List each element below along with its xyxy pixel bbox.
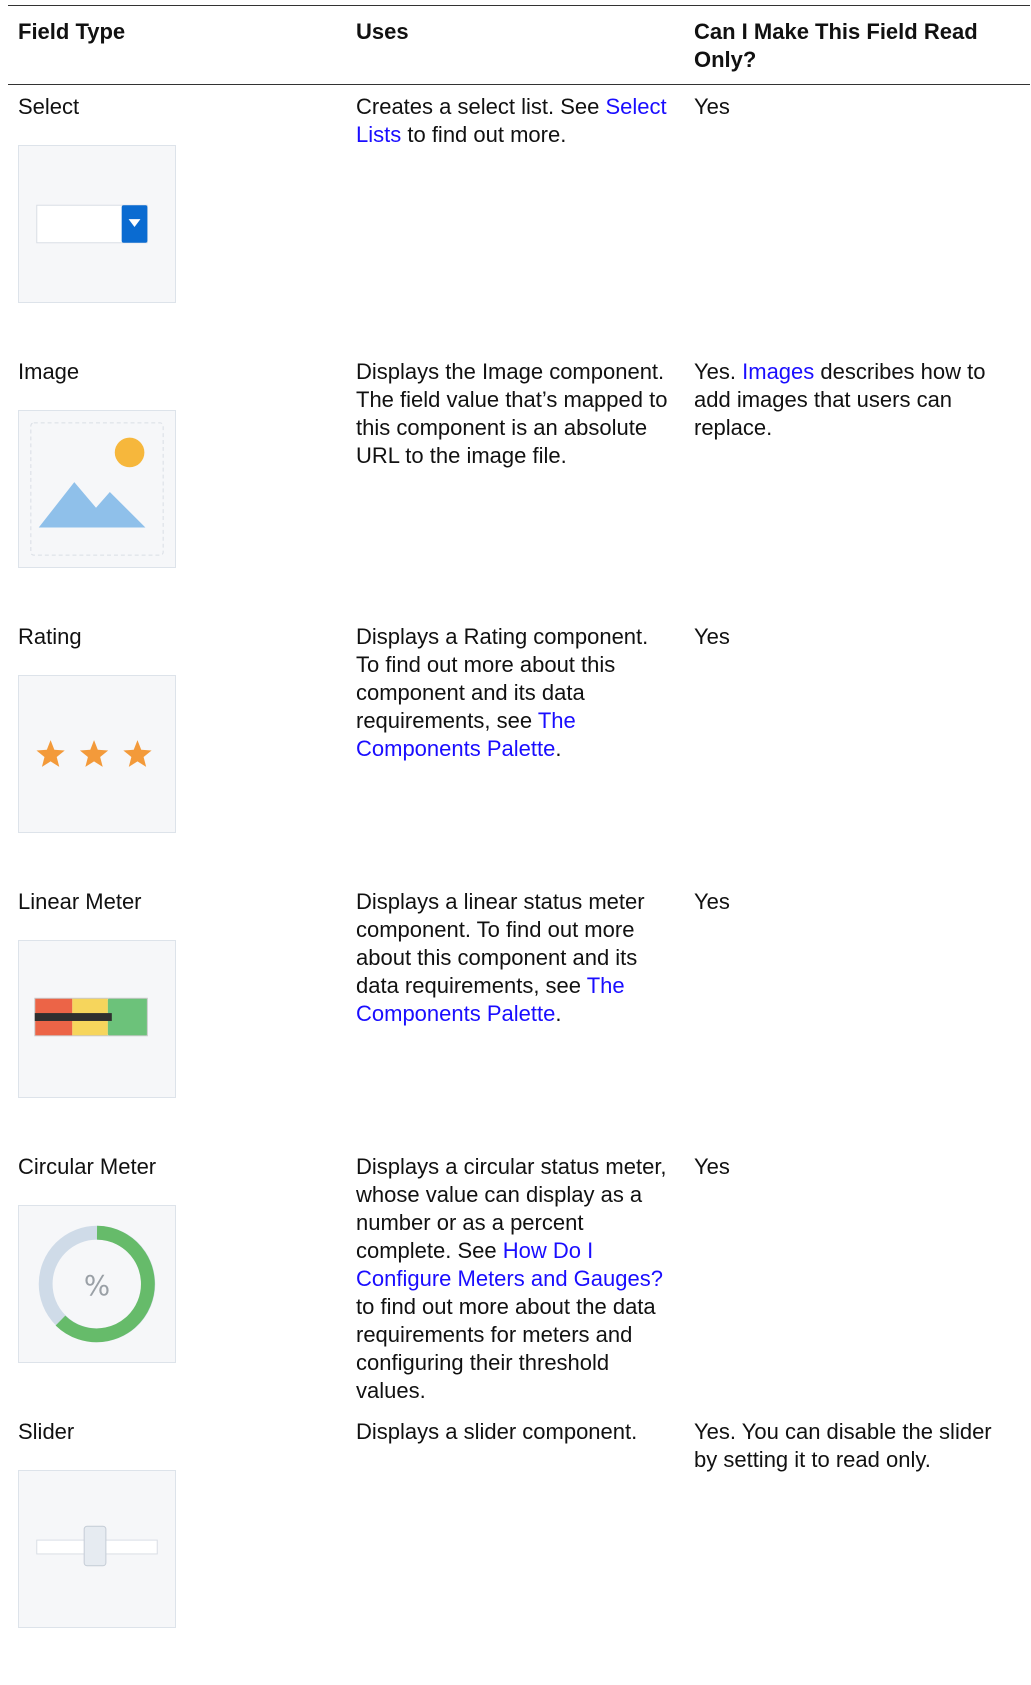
field-type-cell: Linear Meter xyxy=(8,880,346,1145)
header-read-only: Can I Make This Field Read Only? xyxy=(684,5,1030,85)
field-type-cell: Select xyxy=(8,85,346,350)
cell-text: Displays the Image component. The field … xyxy=(356,358,668,468)
cell-text: Yes. You can disable the slider by setti… xyxy=(694,1418,992,1472)
svg-text:%: % xyxy=(84,1268,110,1301)
uses-cell: Displays the Image component. The field … xyxy=(346,350,684,615)
read-only-cell: Yes xyxy=(684,880,1030,1145)
read-only-cell: Yes xyxy=(684,615,1030,880)
field-type-cell: Image xyxy=(8,350,346,615)
cell-text: Yes xyxy=(694,623,730,649)
table-header-row: Field Type Uses Can I Make This Field Re… xyxy=(8,5,1030,85)
rating-stars-icon xyxy=(18,674,176,833)
slider-icon xyxy=(18,1469,176,1628)
table-row: Rating Displays a Rating component. To fi… xyxy=(8,615,1030,880)
field-type-label: Linear Meter xyxy=(18,888,142,914)
header-uses: Uses xyxy=(346,5,684,85)
uses-cell: Displays a circular status meter, whose … xyxy=(346,1145,684,1410)
table-row: Select Creates a select list. See Select… xyxy=(8,85,1030,350)
cell-text: to find out more about the data requirem… xyxy=(356,1293,656,1403)
field-type-cell: Circular Meter % xyxy=(8,1145,346,1410)
uses-cell: Displays a slider component. xyxy=(346,1410,684,1675)
cell-text: Yes xyxy=(694,1153,730,1179)
images-link[interactable]: Images xyxy=(742,359,814,384)
linear-meter-icon xyxy=(18,939,176,1098)
circular-meter-icon: % xyxy=(18,1204,176,1363)
header-field-type: Field Type xyxy=(8,5,346,85)
cell-text: Displays a slider component. xyxy=(356,1418,638,1444)
table-row: Circular Meter % Displays a circular sta… xyxy=(8,1145,1030,1410)
cell-text: Yes. xyxy=(694,358,743,384)
cell-text: . xyxy=(555,735,562,761)
cell-text: Displays a Rating component. To find out… xyxy=(356,623,649,733)
table-row: Linear Meter Displays a linear status me… xyxy=(8,880,1030,1145)
cell-text: Creates a select list. See xyxy=(356,94,606,119)
read-only-cell: Yes. Images describes how to add images … xyxy=(684,350,1030,615)
field-type-cell: Rating xyxy=(8,615,346,880)
read-only-cell: Yes xyxy=(684,1145,1030,1410)
image-icon xyxy=(18,409,176,568)
table-row: Slider Displays a slider component. Yes. … xyxy=(8,1410,1030,1675)
field-types-table: Field Type Uses Can I Make This Field Re… xyxy=(8,5,1030,1675)
read-only-cell: Yes xyxy=(684,85,1030,350)
uses-cell: Displays a Rating component. To find out… xyxy=(346,615,684,880)
cell-text: Yes xyxy=(694,888,730,914)
select-list-icon xyxy=(18,145,176,303)
table-row: Image Displays the Image component. The … xyxy=(8,350,1030,615)
read-only-cell: Yes. You can disable the slider by setti… xyxy=(684,1410,1030,1675)
cell-text: to find out more. xyxy=(401,122,567,147)
field-type-label: Image xyxy=(18,358,80,384)
field-type-label: Select xyxy=(18,94,80,119)
uses-cell: Displays a linear status meter component… xyxy=(346,880,684,1145)
field-type-label: Circular Meter xyxy=(18,1153,157,1179)
field-type-cell: Slider xyxy=(8,1410,346,1675)
field-type-label: Rating xyxy=(18,623,82,649)
uses-cell: Creates a select list. See Select Lists … xyxy=(346,85,684,350)
cell-text: . xyxy=(555,1000,562,1026)
cell-text: Yes xyxy=(694,94,730,119)
field-type-label: Slider xyxy=(18,1418,75,1444)
